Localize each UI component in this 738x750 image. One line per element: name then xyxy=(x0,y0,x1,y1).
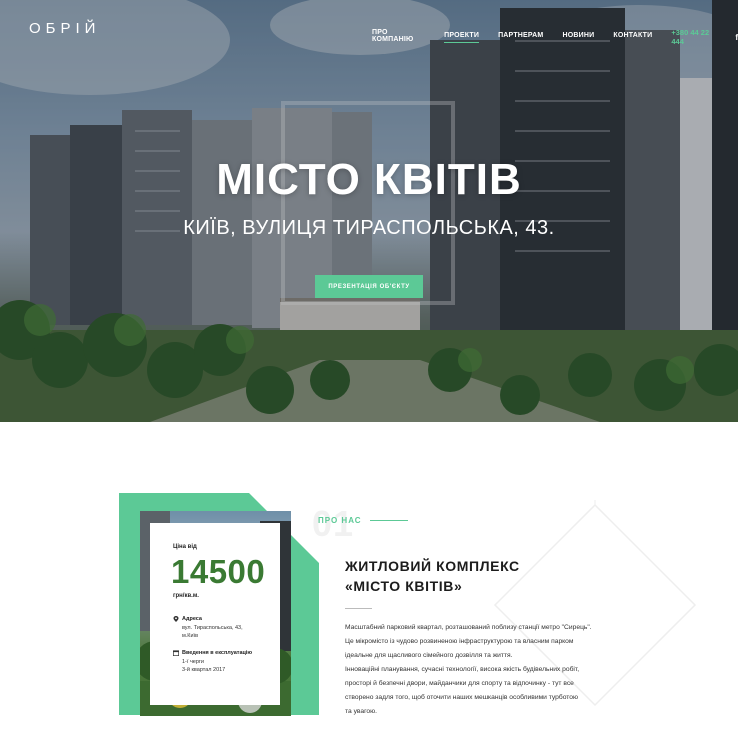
date-line-2: 3-й квартал 2017 xyxy=(182,667,226,673)
about-text-line: Масштабний парковий квартал, розташовани… xyxy=(345,624,592,631)
phone-link[interactable]: +380 44 22 444 xyxy=(671,28,718,46)
hero-overlay xyxy=(0,0,738,422)
price-unit: грн/кв.м. xyxy=(173,593,199,599)
section-label: ПРО НАС xyxy=(318,516,362,525)
nav-item-news[interactable]: НОВИНИ xyxy=(562,32,594,42)
date-line-1: 1-ї черги xyxy=(182,658,205,665)
about-text-line: Інноваційні планування, сучасні технолог… xyxy=(345,666,580,673)
address-heading: Адреса xyxy=(182,616,202,622)
address-line-2: м.Київ xyxy=(182,633,199,639)
price-card: Ціна від 14500 грн/кв.м. Адреса вул. Тир… xyxy=(150,523,280,705)
about-text-line: Це мікромісто із чудово розвиненою інфра… xyxy=(345,638,574,645)
address-line-1: вул. Тираспольська, 43, xyxy=(182,624,243,631)
presentation-button[interactable]: ПРЕЗЕНТАЦІЯ ОБ'ЄКТУ xyxy=(315,275,423,298)
about-divider xyxy=(345,608,372,609)
location-pin-icon xyxy=(173,616,179,622)
nav-item-partners[interactable]: ПАРТНЕРАМ xyxy=(498,32,543,42)
hero-title: МІСТО КВІТІВ xyxy=(216,155,522,204)
about-title: ЖИТЛОВИЙ КОМПЛЕКС «МІСТО КВІТІВ» xyxy=(345,556,520,596)
hero-subtitle: КИЇВ, ВУЛИЦЯ ТИРАСПОЛЬСЬКА, 43. xyxy=(183,217,555,239)
nav-item-about[interactable]: ПРО КОМПАНІЮ xyxy=(372,29,425,46)
price-value: 14500 xyxy=(171,553,266,590)
about-description: Масштабний парковий квартал, розташовани… xyxy=(345,621,605,719)
about-text-line: просторі й безпечні двори, майданчики дл… xyxy=(345,680,574,687)
price-label: Ціна від xyxy=(173,544,197,550)
date-heading: Введення в експлуатацію xyxy=(182,650,253,656)
about-title-line-2: «МІСТО КВІТІВ» xyxy=(345,578,463,594)
about-text-line: та увагою. xyxy=(345,708,377,715)
nav-item-projects[interactable]: ПРОЕКТИ xyxy=(444,32,480,43)
nav-item-contacts[interactable]: КОНТАКТИ xyxy=(613,32,652,42)
about-title-line-1: ЖИТЛОВИЙ КОМПЛЕКС xyxy=(345,558,520,574)
about-text-line: ідеальне для щасливого сімейного дозвілл… xyxy=(345,652,513,659)
about-text-line: створено задля того, щоб оточити наших м… xyxy=(345,694,579,701)
main-nav: ПРО КОМПАНІЮ ПРОЕКТИ ПАРТНЕРАМ НОВИНИ КО… xyxy=(372,28,738,46)
logo[interactable]: ОБРІЙ xyxy=(29,20,100,37)
hero-section: ОБРІЙ ПРО КОМПАНІЮ ПРОЕКТИ ПАРТНЕРАМ НОВ… xyxy=(0,0,738,422)
section-label-line xyxy=(370,520,408,521)
date-block: Введення в експлуатацію 1-ї черги 3-й кв… xyxy=(182,649,252,675)
address-block: Адреса вул. Тираспольська, 43, м.Київ xyxy=(182,615,243,641)
calendar-icon xyxy=(173,650,179,656)
